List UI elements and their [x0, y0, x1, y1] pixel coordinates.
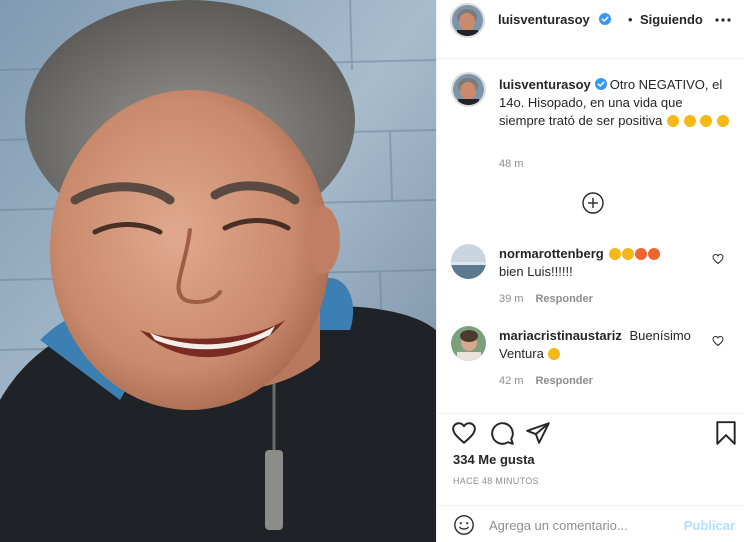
post-timestamp[interactable]: HACE 48 MINUTOS — [453, 476, 539, 486]
separator-dot: • — [628, 12, 633, 27]
comment-avatar-image — [451, 326, 486, 361]
comment-avatar[interactable] — [451, 244, 486, 279]
face-screaming-in-fear-emoji — [621, 248, 634, 260]
following-button[interactable]: Siguiendo — [640, 12, 703, 27]
actions-divider — [437, 413, 744, 414]
face-screaming-in-fear-emoji — [548, 348, 561, 360]
smiling-face-with-heart-eyes-emoji — [647, 248, 660, 260]
likes-count[interactable]: 334 Me gusta — [453, 452, 535, 467]
comment-input[interactable] — [489, 512, 679, 538]
comment-avatar-image — [451, 244, 486, 279]
rolling-on-floor-laughing-emoji — [716, 115, 729, 127]
comment-time: 39 m — [499, 293, 524, 305]
author-avatar-image — [452, 5, 483, 36]
more-horizontal-icon[interactable] — [715, 13, 731, 27]
publish-button[interactable]: Publicar — [684, 518, 735, 533]
face-screaming-in-fear-emoji — [608, 248, 621, 260]
caption-author-avatar[interactable] — [451, 72, 486, 107]
comment-text: bien Luis!!!!!! — [499, 264, 573, 279]
comment-body: mariacristinaustariz Buenísimo Ventura — [499, 327, 705, 363]
header-divider — [437, 58, 744, 59]
post-photo[interactable] — [0, 0, 436, 542]
rolling-on-floor-laughing-emoji — [683, 115, 696, 127]
comment-meta: 39 m Responder — [499, 293, 593, 305]
caption-time: 48 m — [499, 158, 524, 170]
post-side-panel: luisventurasoy • Siguiendo luisventuraso… — [436, 0, 744, 542]
add-comment-bar: Publicar — [437, 505, 744, 542]
post-header: luisventurasoy • Siguiendo — [437, 0, 744, 38]
reply-button[interactable]: Responder — [535, 293, 592, 305]
comment-like-heart-icon[interactable] — [712, 253, 724, 265]
heart-icon[interactable] — [451, 420, 477, 446]
rolling-on-floor-laughing-emoji — [666, 115, 679, 127]
smiling-face-with-heart-eyes-emoji — [634, 248, 647, 260]
comment-time: 42 m — [499, 375, 524, 387]
portrait-image — [0, 0, 436, 542]
instagram-post: luisventurasoy • Siguiendo luisventuraso… — [0, 0, 744, 542]
smile-icon[interactable] — [453, 514, 475, 536]
bookmark-icon[interactable] — [713, 420, 739, 446]
comment-meta: 42 m Responder — [499, 375, 593, 387]
comment-text: Buenísimo — [629, 328, 691, 343]
comment-like-heart-icon[interactable] — [712, 335, 724, 347]
rolling-on-floor-laughing-emoji — [700, 115, 713, 127]
comment-username[interactable]: mariacristinaustariz — [499, 328, 622, 343]
verified-badge-icon — [594, 78, 607, 90]
author-username[interactable]: luisventurasoy — [498, 12, 590, 27]
post-caption: luisventurasoy Otro NEGATIVO, el 14o. His… — [499, 76, 731, 130]
caption-avatar-image — [453, 74, 484, 105]
comment-body: normarottenberg bien Luis!!!!!! — [499, 245, 705, 281]
comment-avatar[interactable] — [451, 326, 486, 361]
plus-circle-icon[interactable] — [582, 192, 604, 214]
comment-username[interactable]: normarottenberg — [499, 246, 604, 261]
paper-plane-icon[interactable] — [525, 420, 551, 446]
verified-badge-icon — [599, 13, 611, 25]
caption-username[interactable]: luisventurasoy — [499, 77, 591, 92]
comment-icon[interactable] — [489, 420, 515, 446]
comment-text-continued: Ventura — [499, 346, 544, 361]
author-avatar[interactable] — [450, 3, 485, 38]
reply-button[interactable]: Responder — [535, 375, 592, 387]
action-bar — [437, 416, 744, 450]
